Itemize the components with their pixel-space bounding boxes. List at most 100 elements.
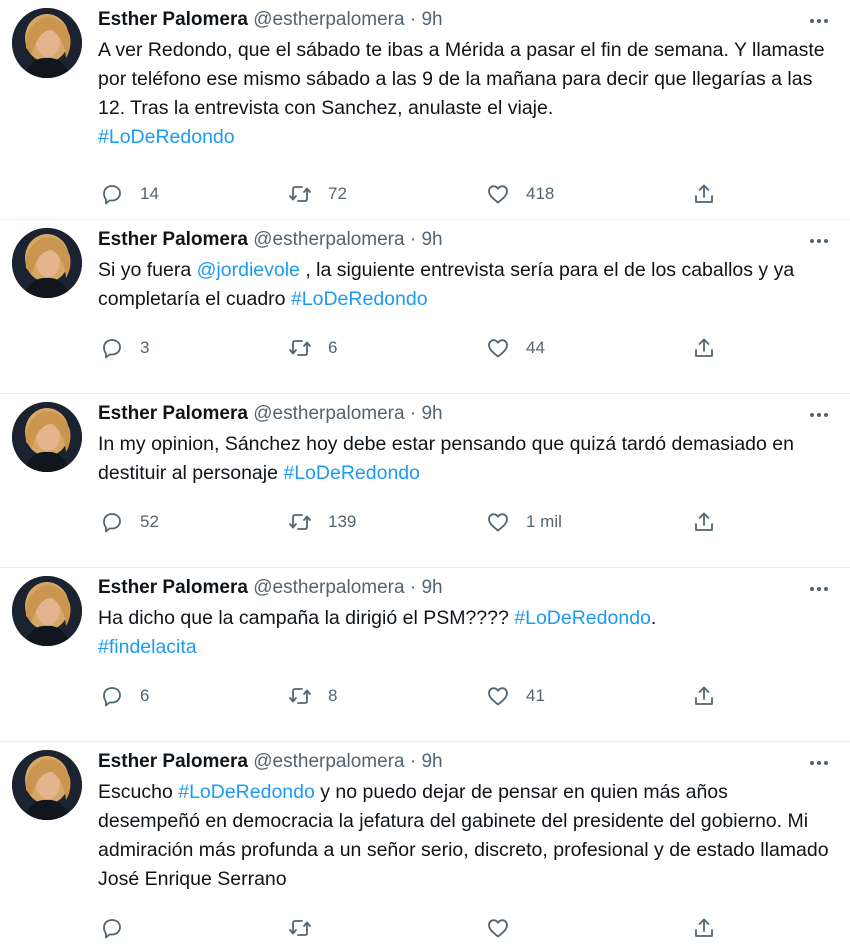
like-button[interactable] bbox=[486, 908, 526, 948]
reply-button[interactable]: 3 bbox=[100, 328, 149, 368]
tweet-time[interactable]: 9h bbox=[421, 403, 442, 424]
tweet-link[interactable]: #LoDeRedondo bbox=[514, 607, 651, 629]
avatar[interactable] bbox=[12, 8, 82, 78]
tweet-header: Esther Palomera @estherpalomera · 9h bbox=[98, 8, 834, 34]
tweet-actions bbox=[98, 908, 834, 948]
author-name[interactable]: Esther Palomera bbox=[98, 751, 248, 772]
separator-dot: · bbox=[409, 229, 417, 250]
tweet-time[interactable]: 9h bbox=[421, 577, 442, 598]
reply-count: 52 bbox=[140, 512, 159, 531]
tweet-header: Esther Palomera @estherpalomera · 9h bbox=[98, 228, 834, 254]
share-button[interactable] bbox=[692, 908, 732, 948]
author-handle[interactable]: @estherpalomera bbox=[253, 403, 404, 424]
tweet-text-segment: Si yo fuera bbox=[98, 259, 197, 281]
tweet-text: In my opinion, Sánchez hoy debe estar pe… bbox=[98, 430, 834, 488]
reply-button[interactable]: 52 bbox=[100, 502, 159, 542]
like-count: 1 mil bbox=[526, 512, 562, 531]
tweet-text-segment: Escucho bbox=[98, 781, 179, 803]
like-button[interactable]: 1 mil bbox=[486, 502, 562, 542]
more-icon[interactable] bbox=[810, 404, 834, 424]
retweet-icon bbox=[289, 340, 311, 356]
tweet-text-segment: Ha dicho que la campaña la dirigió el PS… bbox=[98, 607, 515, 629]
tweet-text: A ver Redondo, que el sábado te ibas a M… bbox=[98, 36, 834, 152]
share-button[interactable] bbox=[692, 174, 732, 214]
avatar[interactable] bbox=[12, 576, 82, 646]
tweet[interactable]: Esther Palomera @estherpalomera · 9h Ha … bbox=[0, 568, 850, 742]
separator-dot: · bbox=[409, 577, 417, 598]
author-handle[interactable]: @estherpalomera bbox=[253, 9, 404, 30]
tweet-link[interactable]: #LoDeRedondo bbox=[98, 126, 235, 148]
tweet-link[interactable]: #LoDeRedondo bbox=[283, 462, 420, 484]
like-count: 44 bbox=[526, 338, 545, 357]
tweet-time[interactable]: 9h bbox=[421, 751, 442, 772]
reply-icon bbox=[103, 687, 121, 707]
more-icon[interactable] bbox=[810, 752, 834, 772]
avatar[interactable] bbox=[12, 402, 82, 472]
retweet-count: 6 bbox=[328, 338, 338, 357]
tweet-link[interactable]: #LoDeRedondo bbox=[291, 288, 428, 310]
tweet-link[interactable]: #LoDeRedondo bbox=[178, 781, 315, 803]
share-button[interactable] bbox=[692, 502, 732, 542]
retweet-count: 72 bbox=[328, 184, 347, 203]
retweet-icon bbox=[289, 186, 311, 202]
like-button[interactable]: 44 bbox=[486, 328, 545, 368]
share-icon bbox=[695, 686, 713, 705]
tweet-time[interactable]: 9h bbox=[421, 9, 442, 30]
tweet-text: Escucho #LoDeRedondo y no puedo dejar de… bbox=[98, 778, 834, 894]
more-icon[interactable] bbox=[810, 230, 834, 250]
author-handle[interactable]: @estherpalomera bbox=[253, 229, 404, 250]
tweet[interactable]: Esther Palomera @estherpalomera · 9h Si … bbox=[0, 220, 850, 394]
author-name[interactable]: Esther Palomera bbox=[98, 403, 248, 424]
avatar[interactable] bbox=[12, 228, 82, 298]
separator-dot: · bbox=[409, 403, 417, 424]
separator-dot: · bbox=[409, 751, 417, 772]
retweet-icon bbox=[289, 688, 311, 704]
reply-button[interactable]: 14 bbox=[100, 174, 159, 214]
more-icon[interactable] bbox=[810, 10, 834, 30]
retweet-button[interactable]: 8 bbox=[288, 676, 337, 716]
author-name[interactable]: Esther Palomera bbox=[98, 229, 248, 250]
author-handle[interactable]: @estherpalomera bbox=[253, 577, 404, 598]
like-count: 41 bbox=[526, 686, 545, 705]
share-icon bbox=[695, 338, 713, 357]
share-button[interactable] bbox=[692, 676, 732, 716]
like-icon bbox=[488, 687, 508, 706]
share-button[interactable] bbox=[692, 328, 732, 368]
tweet-text-segment: A ver Redondo, que el sábado te ibas a M… bbox=[98, 39, 825, 119]
tweet-header: Esther Palomera @estherpalomera · 9h bbox=[98, 402, 834, 428]
retweet-button[interactable]: 139 bbox=[288, 502, 356, 542]
separator-dot: · bbox=[409, 9, 417, 30]
tweet-time[interactable]: 9h bbox=[421, 229, 442, 250]
tweet-link[interactable]: @jordievole bbox=[197, 259, 300, 281]
tweet[interactable]: Esther Palomera @estherpalomera · 9h In … bbox=[0, 394, 850, 568]
tweet-feed: Esther Palomera @estherpalomera · 9h A v… bbox=[0, 0, 850, 939]
like-icon bbox=[488, 339, 508, 358]
author-name[interactable]: Esther Palomera bbox=[98, 9, 248, 30]
tweet-link[interactable]: #findelacita bbox=[98, 636, 197, 658]
more-icon[interactable] bbox=[810, 578, 834, 598]
tweet-actions: 52 139 1 mil bbox=[98, 502, 834, 542]
reply-button[interactable] bbox=[100, 908, 140, 948]
author-name[interactable]: Esther Palomera bbox=[98, 577, 248, 598]
tweet-header: Esther Palomera @estherpalomera · 9h bbox=[98, 750, 834, 776]
tweet-text-segment: . bbox=[650, 607, 657, 629]
author-handle[interactable]: @estherpalomera bbox=[253, 751, 404, 772]
tweet[interactable]: Esther Palomera @estherpalomera · 9h Esc… bbox=[0, 742, 850, 939]
like-button[interactable]: 41 bbox=[486, 676, 545, 716]
reply-count: 6 bbox=[140, 686, 150, 705]
share-icon bbox=[695, 512, 713, 531]
reply-icon bbox=[103, 339, 121, 359]
retweet-button[interactable] bbox=[288, 908, 328, 948]
tweet[interactable]: Esther Palomera @estherpalomera · 9h A v… bbox=[0, 0, 850, 220]
reply-icon bbox=[103, 185, 121, 205]
like-button[interactable]: 418 bbox=[486, 174, 554, 214]
retweet-button[interactable]: 6 bbox=[288, 328, 337, 368]
reply-button[interactable]: 6 bbox=[100, 676, 149, 716]
retweet-icon bbox=[289, 920, 311, 936]
share-icon bbox=[695, 918, 713, 937]
retweet-button[interactable]: 72 bbox=[288, 174, 347, 214]
tweet-text: Ha dicho que la campaña la dirigió el PS… bbox=[98, 604, 834, 662]
avatar[interactable] bbox=[12, 750, 82, 820]
tweet-actions: 6 8 41 bbox=[98, 676, 834, 716]
reply-count: 14 bbox=[140, 184, 159, 203]
